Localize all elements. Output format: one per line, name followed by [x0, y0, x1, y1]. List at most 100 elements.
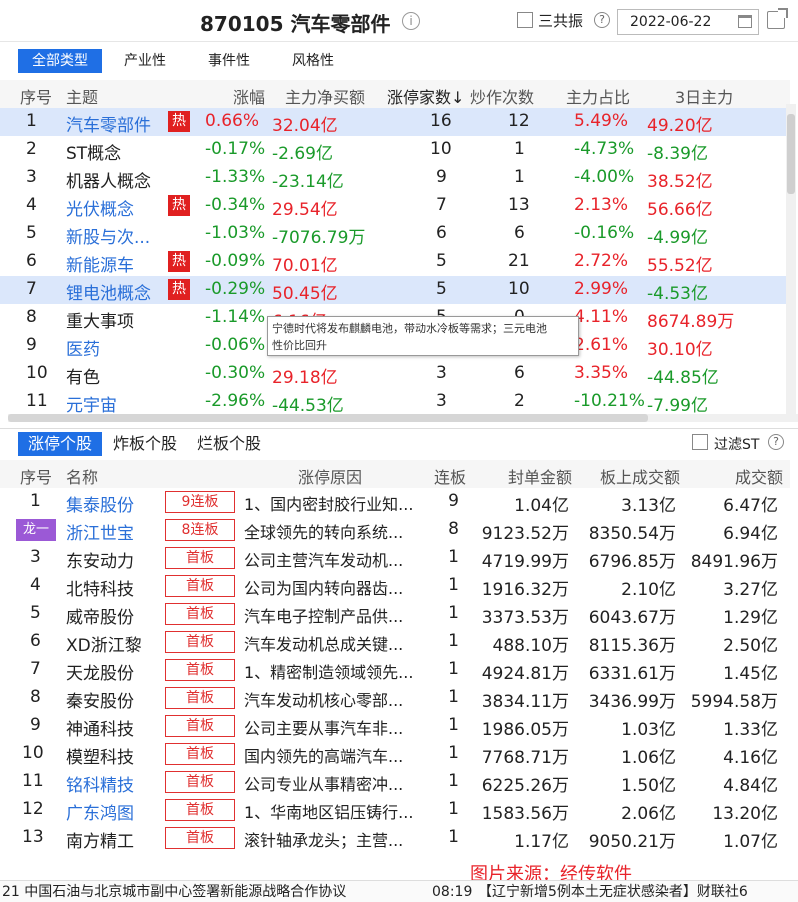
row-number: 13	[22, 827, 44, 847]
stock-row[interactable]: 7 天龙股份 首板 1、精密制造领域领先... 1 4924.81万 6331.61万 1.4…	[0, 656, 790, 684]
stock-lb: 1	[448, 659, 459, 679]
concept-col-2[interactable]: 涨幅	[233, 84, 265, 108]
stock-row[interactable]: 10 模塑科技 首板 国内领先的高端汽车... 1 7768.71万 1.06亿 4.16亿	[0, 740, 790, 768]
concept-row[interactable]: 11 元宇宙 -2.96% -44.53亿 3 2 -10.21% -7.99亿	[0, 388, 790, 416]
concept-row[interactable]: 3 机器人概念 -1.33% -23.14亿 9 1 -4.00% 38.52亿	[0, 164, 790, 192]
concept-name[interactable]: 新股与次...	[66, 223, 150, 248]
stock-name[interactable]: 东安动力	[66, 547, 134, 572]
stock-col-4[interactable]: 封单金额	[508, 464, 572, 488]
concept-col-4[interactable]: 涨停家数↓	[387, 84, 464, 108]
filter-tab-1[interactable]: 产业性	[108, 49, 182, 73]
concept-name[interactable]: 锂电池概念	[66, 279, 151, 304]
limit-reason[interactable]: 公司专业从事精密冲...	[244, 771, 403, 795]
limit-reason[interactable]: 1、精密制造领域领先...	[244, 659, 413, 683]
stock-tab-0[interactable]: 涨停个股	[18, 432, 102, 456]
stock-row[interactable]: 6 XD浙江黎 首板 汽车发动机总成关键... 1 488.10万 8115.36万 2.50…	[0, 628, 790, 656]
limit-reason[interactable]: 汽车电子控制产品供...	[244, 603, 403, 627]
concept-col-3[interactable]: 主力净买额	[285, 84, 365, 108]
stock-name[interactable]: 集泰股份	[66, 491, 134, 516]
filter-tab-3[interactable]: 风格性	[276, 49, 350, 73]
concept-name[interactable]: 机器人概念	[66, 167, 151, 192]
limit-reason[interactable]: 汽车发动机总成关键...	[244, 631, 403, 655]
limit-reason[interactable]: 滚针轴承龙头；主营...	[244, 827, 403, 851]
stock-name[interactable]: 浙江世宝	[66, 519, 134, 544]
stock-name[interactable]: 秦安股份	[66, 687, 134, 712]
ticker-left[interactable]: 21 中国石油与北京城市副中心签署新能源战略合作协议	[2, 881, 346, 902]
three-day-main: -8.39亿	[647, 144, 708, 164]
concept-col-6[interactable]: 主力占比	[566, 84, 630, 108]
limit-reason[interactable]: 公司主要从事汽车非...	[244, 715, 403, 739]
concept-name[interactable]: 医药	[66, 335, 100, 360]
concept-name[interactable]: 重大事项	[66, 307, 134, 332]
info-icon[interactable]: i	[402, 12, 420, 30]
news-ticker[interactable]: 21 中国石油与北京城市副中心签署新能源战略合作协议 08:19 【辽宁新增5例…	[0, 880, 798, 902]
stock-name[interactable]: 威帝股份	[66, 603, 134, 628]
help-icon[interactable]: ?	[594, 12, 610, 28]
concept-name[interactable]: 光伏概念	[66, 195, 134, 220]
scrollbar-thumb[interactable]	[787, 114, 795, 194]
concept-name[interactable]: ST概念	[66, 139, 121, 164]
stock-row[interactable]: 5 威帝股份 首板 汽车电子控制产品供... 1 3373.53万 6043.67万 1.29…	[0, 600, 790, 628]
limit-count: 16	[430, 111, 452, 131]
date-picker[interactable]: 2022-06-22	[617, 9, 759, 35]
stock-name[interactable]: 北特科技	[66, 575, 134, 600]
filter-tab-0[interactable]: 全部类型	[18, 49, 102, 73]
stock-name[interactable]: 模塑科技	[66, 743, 134, 768]
stock-lb: 1	[448, 631, 459, 651]
concept-name[interactable]: 有色	[66, 363, 100, 388]
stock-row[interactable]: 4 北特科技 首板 公司为国内转向器齿... 1 1916.32万 2.10亿 3.27亿	[0, 572, 790, 600]
help-icon-2[interactable]: ?	[768, 434, 784, 450]
concept-col-5[interactable]: 炒作次数	[470, 84, 534, 108]
stock-row[interactable]: 12 广东鸿图 首板 1、华南地区铝压铸行... 1 1583.56万 2.06亿 13.20…	[0, 796, 790, 824]
concept-row[interactable]: 6 新能源车 -0.09% 70.01亿 5 21 2.72% 55.52亿 热	[0, 248, 790, 276]
stock-row[interactable]: 8 秦安股份 首板 汽车发动机核心零部... 1 3834.11万 3436.99万 5994…	[0, 684, 790, 712]
stock-name[interactable]: 铭科精技	[66, 771, 134, 796]
vertical-scrollbar[interactable]	[786, 104, 796, 414]
stock-tab-2[interactable]: 烂板个股	[192, 432, 266, 456]
stock-name[interactable]: 广东鸿图	[66, 799, 134, 824]
limit-reason[interactable]: 国内领先的高端汽车...	[244, 743, 403, 767]
limit-reason[interactable]: 全球领先的转向系统...	[244, 519, 403, 543]
stock-name[interactable]: XD浙江黎	[66, 631, 142, 656]
stock-board: 2.06亿	[621, 804, 676, 824]
stock-col-3[interactable]: 连板	[434, 464, 466, 488]
filter-st-checkbox[interactable]	[692, 434, 708, 450]
hscrollbar-thumb[interactable]	[8, 414, 648, 422]
concept-row[interactable]: 4 光伏概念 -0.34% 29.54亿 7 13 2.13% 56.66亿 热	[0, 192, 790, 220]
stock-row[interactable]: 1 集泰股份 9连板 1、国内密封胶行业知... 9 1.04亿 3.13亿 6.47亿	[0, 488, 790, 516]
stock-row[interactable]: 11 铭科精技 首板 公司专业从事精密冲... 1 6225.26万 1.50亿 4.84亿	[0, 768, 790, 796]
concept-row[interactable]: 5 新股与次... -1.03% -7076.79万 6 6 -0.16% -4.99亿	[0, 220, 790, 248]
filter-tab-2[interactable]: 事件性	[192, 49, 266, 73]
stock-row[interactable]: 3 东安动力 首板 公司主营汽车发动机... 1 4719.99万 6796.85万 8491…	[0, 544, 790, 572]
concept-name[interactable]: 元宇宙	[66, 391, 117, 416]
concept-row[interactable]: 1 汽车零部件 0.66% 32.04亿 16 12 5.49% 49.20亿 热	[0, 108, 790, 136]
stock-col-6[interactable]: 成交额	[735, 464, 783, 488]
limit-reason[interactable]: 汽车发动机核心零部...	[244, 687, 403, 711]
limit-reason[interactable]: 公司为国内转向器齿...	[244, 575, 403, 599]
stock-name[interactable]: 南方精工	[66, 827, 134, 852]
stock-row[interactable]: 9 神通科技 首板 公司主要从事汽车非... 1 1986.05万 1.03亿 1.33亿	[0, 712, 790, 740]
sanggong-checkbox[interactable]	[517, 12, 533, 28]
concept-name[interactable]: 汽车零部件	[66, 111, 151, 136]
stock-name[interactable]: 神通科技	[66, 715, 134, 740]
stock-name[interactable]: 天龙股份	[66, 659, 134, 684]
share-icon[interactable]	[767, 8, 788, 29]
limit-reason[interactable]: 1、华南地区铝压铸行...	[244, 799, 413, 823]
stock-col-5[interactable]: 板上成交额	[600, 464, 680, 488]
limit-reason[interactable]: 公司主营汽车发动机...	[244, 547, 403, 571]
stock-row[interactable]: 龙一 浙江世宝 8连板 全球领先的转向系统... 8 9123.52万 8350.54万 6.…	[0, 516, 790, 544]
concept-row[interactable]: 7 锂电池概念 -0.29% 50.45亿 5 10 2.99% -4.53亿 热	[0, 276, 790, 304]
horizontal-scrollbar[interactable]	[8, 414, 798, 422]
stock-tab-1[interactable]: 炸板个股	[108, 432, 182, 456]
change-pct: -0.06%	[205, 335, 266, 355]
ticker-right[interactable]: 【辽宁新增5例本土无症状感染者】财联社6	[478, 881, 748, 902]
limit-reason[interactable]: 1、国内密封胶行业知...	[244, 491, 413, 515]
concept-name[interactable]: 新能源车	[66, 251, 134, 276]
concept-row[interactable]: 2 ST概念 -0.17% -2.69亿 10 1 -4.73% -8.39亿	[0, 136, 790, 164]
calendar-icon[interactable]	[738, 15, 752, 28]
concept-col-7[interactable]: 3日主力	[675, 84, 733, 108]
concept-row[interactable]: 10 有色 -0.30% 29.18亿 3 6 3.35% -44.85亿	[0, 360, 790, 388]
main-ratio: -0.16%	[574, 223, 635, 243]
hype-count: 13	[508, 195, 530, 215]
stock-row[interactable]: 13 南方精工 首板 滚针轴承龙头；主营... 1 1.17亿 9050.21万 1.07亿	[0, 824, 790, 852]
